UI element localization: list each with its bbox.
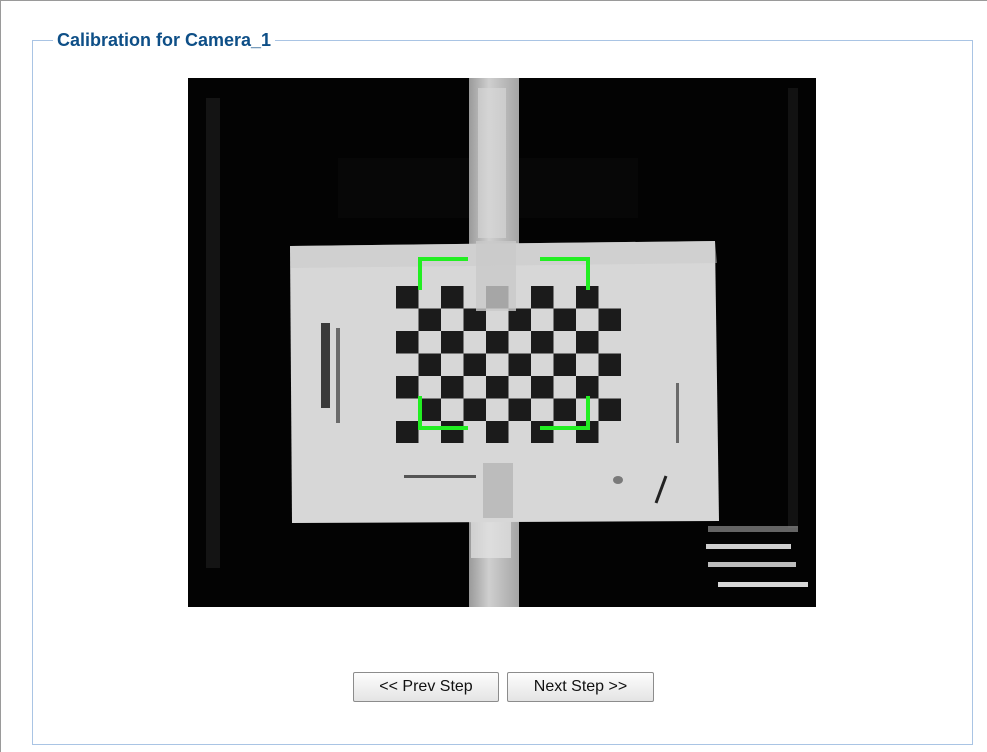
- calibration-panel: Calibration for Camera_1 << Prev Step Ne…: [32, 28, 974, 745]
- next-step-button[interactable]: Next Step >>: [507, 672, 654, 702]
- prev-step-button[interactable]: << Prev Step: [353, 672, 499, 702]
- panel-title: Calibration for Camera_1: [53, 28, 276, 52]
- step-navigation: << Prev Step Next Step >>: [33, 672, 974, 702]
- camera-image: [188, 78, 816, 607]
- calibration-page: Calibration for Camera_1 << Prev Step Ne…: [0, 0, 987, 752]
